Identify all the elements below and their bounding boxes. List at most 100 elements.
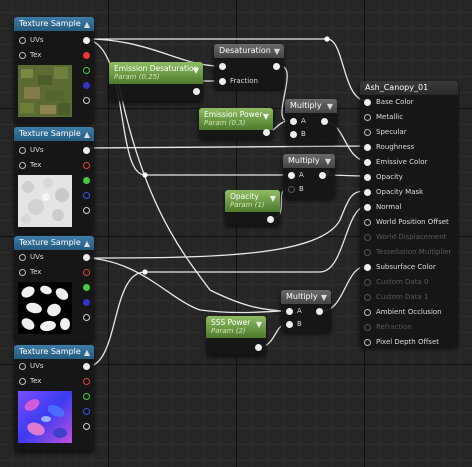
- collapse-arrow-icon[interactable]: ▲: [84, 237, 90, 250]
- rgb-output-pin[interactable]: [83, 363, 90, 370]
- output-pin[interactable]: [273, 63, 280, 70]
- desaturation-node[interactable]: Desaturation ▼ Fraction: [214, 44, 284, 89]
- a-output-pin[interactable]: [83, 314, 90, 321]
- param-header[interactable]: SSS Power Param (2) ▼: [206, 316, 266, 338]
- multiply-node-3[interactable]: Multiply ▼ A B: [281, 290, 331, 332]
- collapse-arrow-icon[interactable]: ▼: [270, 194, 276, 203]
- material-input-pin[interactable]: [364, 309, 371, 316]
- input-pin[interactable]: [219, 63, 226, 70]
- node-header[interactable]: Texture Sample ▲: [14, 236, 94, 250]
- a-input-pin[interactable]: [290, 118, 297, 125]
- collapse-arrow-icon[interactable]: ▲: [84, 128, 90, 141]
- material-input-pin[interactable]: [364, 144, 371, 151]
- collapse-arrow-icon[interactable]: ▼: [263, 112, 269, 121]
- fraction-input-pin[interactable]: [219, 78, 226, 85]
- material-input-pin[interactable]: [364, 294, 371, 301]
- material-input-pin[interactable]: [364, 324, 371, 331]
- collapse-arrow-icon[interactable]: ▼: [256, 320, 262, 329]
- tex-input-pin[interactable]: [19, 162, 26, 169]
- b-input-pin[interactable]: [286, 321, 293, 328]
- uvs-input-pin[interactable]: [19, 147, 26, 154]
- a-output-pin[interactable]: [83, 423, 90, 430]
- b-output-pin[interactable]: [83, 408, 90, 415]
- collapse-arrow-icon[interactable]: ▲: [84, 346, 90, 359]
- material-input-pin[interactable]: [364, 219, 371, 226]
- texture-sample-node-4[interactable]: Texture Sample ▲ UVs Tex: [14, 345, 94, 451]
- param-header[interactable]: Emission Desaturation Param (0.25) ▼: [109, 62, 203, 84]
- material-input-pin[interactable]: [364, 234, 371, 241]
- collapse-arrow-icon[interactable]: ▲: [84, 18, 90, 31]
- tex-input-pin[interactable]: [19, 269, 26, 276]
- output-pin[interactable]: [193, 88, 200, 95]
- node-header[interactable]: Multiply ▼: [281, 290, 331, 304]
- b-output-pin[interactable]: [83, 299, 90, 306]
- param-header[interactable]: Emission Power Param (0.3) ▼: [199, 108, 273, 130]
- output-pin[interactable]: [255, 344, 262, 351]
- output-pin[interactable]: [321, 118, 328, 125]
- material-input-pin[interactable]: [364, 114, 371, 121]
- rgb-output-pin[interactable]: [83, 37, 90, 44]
- a-output-pin[interactable]: [83, 97, 90, 104]
- rgb-output-pin[interactable]: [83, 254, 90, 261]
- uvs-input-pin[interactable]: [19, 363, 26, 370]
- material-graph-canvas[interactable]: Texture Sample ▲ UVs Tex Texture Sample ▲ …: [0, 0, 472, 467]
- output-pin[interactable]: [263, 129, 270, 136]
- collapse-arrow-icon[interactable]: ▼: [321, 291, 327, 304]
- g-output-pin[interactable]: [83, 177, 90, 184]
- collapse-arrow-icon[interactable]: ▼: [327, 100, 333, 113]
- material-input-pin[interactable]: [364, 279, 371, 286]
- b-output-pin[interactable]: [83, 192, 90, 199]
- g-output-pin[interactable]: [83, 67, 90, 74]
- emission-power-param-node[interactable]: Emission Power Param (0.3) ▼: [199, 108, 273, 139]
- rgb-output-pin[interactable]: [83, 147, 90, 154]
- node-header[interactable]: Ash_Canopy_01: [360, 81, 458, 95]
- node-header[interactable]: Desaturation ▼: [214, 44, 284, 58]
- tex-input-pin[interactable]: [19, 378, 26, 385]
- collapse-arrow-icon[interactable]: ▼: [193, 66, 199, 75]
- collapse-arrow-icon[interactable]: ▼: [274, 45, 280, 58]
- material-input-pin[interactable]: [364, 264, 371, 271]
- param-header[interactable]: Opacity Param (1) ▼: [225, 190, 280, 212]
- opacity-param-node[interactable]: Opacity Param (1) ▼: [225, 190, 280, 225]
- tex-input-pin[interactable]: [19, 52, 26, 59]
- node-header[interactable]: Texture Sample ▲: [14, 127, 94, 141]
- material-input-pin[interactable]: [364, 129, 371, 136]
- b-input-pin[interactable]: [288, 186, 295, 193]
- node-header[interactable]: Multiply ▼: [285, 99, 337, 113]
- sss-power-param-node[interactable]: SSS Power Param (2) ▼: [206, 316, 266, 355]
- b-output-pin[interactable]: [83, 82, 90, 89]
- r-output-pin[interactable]: [83, 269, 90, 276]
- node-header[interactable]: Texture Sample ▲: [14, 345, 94, 359]
- node-header[interactable]: Multiply ▼: [283, 154, 335, 168]
- a-input-pin[interactable]: [288, 172, 295, 179]
- output-pin[interactable]: [316, 308, 323, 315]
- b-input-pin[interactable]: [290, 131, 297, 138]
- material-input-pin[interactable]: [364, 189, 371, 196]
- uvs-input-pin[interactable]: [19, 254, 26, 261]
- uvs-input-pin[interactable]: [19, 37, 26, 44]
- node-header[interactable]: Texture Sample ▲: [14, 17, 94, 31]
- g-output-pin[interactable]: [83, 393, 90, 400]
- output-pin[interactable]: [319, 172, 326, 179]
- multiply-node-1[interactable]: Multiply ▼ A B: [285, 99, 337, 143]
- multiply-node-2[interactable]: Multiply ▼ A B: [283, 154, 335, 198]
- texture-sample-node-3[interactable]: Texture Sample ▲ UVs Tex: [14, 236, 94, 342]
- material-input-pin[interactable]: [364, 249, 371, 256]
- texture-sample-node-1[interactable]: Texture Sample ▲ UVs Tex: [14, 17, 94, 123]
- output-pin[interactable]: [267, 216, 274, 223]
- r-output-pin[interactable]: [83, 378, 90, 385]
- a-output-pin[interactable]: [83, 207, 90, 214]
- collapse-arrow-icon[interactable]: ▼: [325, 155, 331, 168]
- material-input-pin[interactable]: [364, 204, 371, 211]
- material-result-node[interactable]: Ash_Canopy_01 Base Color Metallic Specular…: [360, 81, 458, 347]
- r-output-pin[interactable]: [83, 52, 90, 59]
- material-input-pin[interactable]: [364, 174, 371, 181]
- r-output-pin[interactable]: [83, 162, 90, 169]
- texture-sample-node-2[interactable]: Texture Sample ▲ UVs Tex: [14, 127, 94, 233]
- emission-desaturation-param-node[interactable]: Emission Desaturation Param (0.25) ▼: [109, 62, 203, 101]
- g-output-pin[interactable]: [83, 284, 90, 291]
- a-input-pin[interactable]: [286, 308, 293, 315]
- material-input-pin[interactable]: [364, 99, 371, 106]
- material-input-pin[interactable]: [364, 159, 371, 166]
- material-input-pin[interactable]: [364, 339, 371, 346]
